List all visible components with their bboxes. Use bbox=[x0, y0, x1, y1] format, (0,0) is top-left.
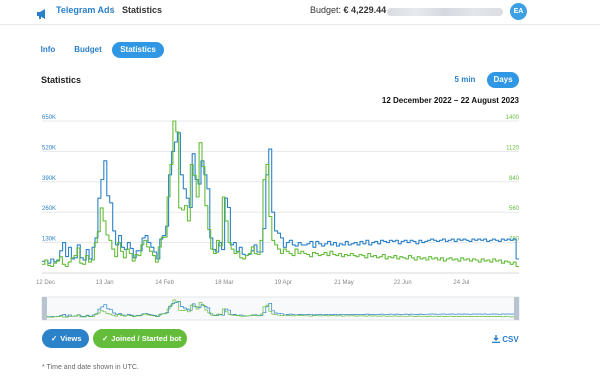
x-axis-tick-label: 24 Jul bbox=[453, 280, 469, 286]
joined-toggle-button[interactable]: ✓ Joined / Started bot bbox=[93, 329, 187, 348]
right-axis-tick-label: 1120 bbox=[506, 145, 520, 151]
csv-download-button[interactable]: CSV bbox=[492, 335, 519, 344]
series-line-joined bbox=[42, 120, 519, 268]
x-axis-tick-label: 13 Jan bbox=[96, 280, 114, 286]
left-axis-tick-label: 260K bbox=[42, 206, 56, 212]
x-axis-tick-label: 19 Apr bbox=[275, 280, 292, 286]
right-axis-tick-label: 1400 bbox=[506, 115, 520, 121]
x-axis-tick-label: 14 Feb bbox=[155, 280, 174, 286]
series-line-views bbox=[42, 132, 519, 264]
right-axis-tick-label: 840 bbox=[509, 176, 520, 182]
x-axis-tick-label: 12 Dec bbox=[36, 280, 55, 286]
views-toggle-label: Views bbox=[60, 334, 82, 343]
left-axis-tick-label: 520K bbox=[42, 145, 56, 151]
joined-toggle-label: Joined / Started bot bbox=[111, 334, 182, 343]
statistics-chart: 130K 280260K 560390K 840520K 1120650K 140012 … bbox=[36, 115, 520, 321]
minimap-left-handle[interactable] bbox=[42, 297, 47, 320]
left-axis-tick-label: 130K bbox=[42, 237, 56, 243]
x-axis-tick-label: 21 May bbox=[334, 280, 354, 286]
x-axis-tick-label: 22 Jun bbox=[394, 280, 412, 286]
left-axis-tick-label: 650K bbox=[42, 115, 56, 121]
views-toggle-button[interactable]: ✓ Views bbox=[42, 329, 89, 348]
minimap-right-handle[interactable] bbox=[514, 297, 519, 320]
left-axis-tick-label: 390K bbox=[42, 176, 56, 182]
timezone-footnote: * Time and date shown in UTC. bbox=[42, 364, 139, 371]
check-icon: ✓ bbox=[51, 334, 58, 343]
check-icon: ✓ bbox=[102, 334, 109, 343]
download-icon bbox=[492, 335, 502, 344]
x-axis-tick-label: 18 Mar bbox=[215, 280, 234, 286]
right-axis-tick-label: 560 bbox=[509, 206, 520, 212]
csv-label: CSV bbox=[502, 335, 519, 344]
